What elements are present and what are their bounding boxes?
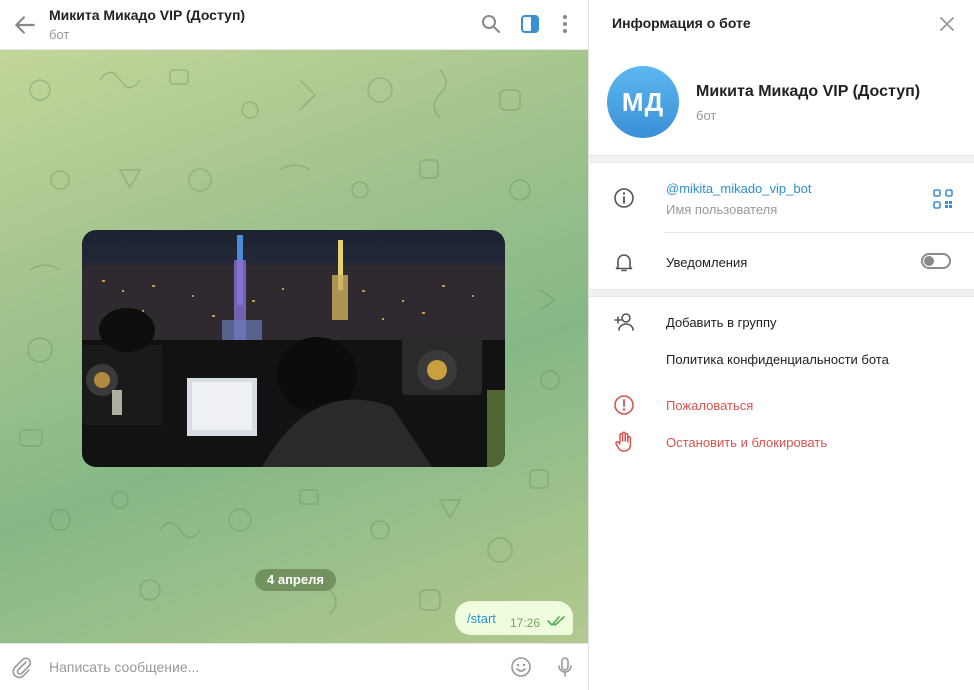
message-composer: [0, 643, 588, 690]
bot-avatar[interactable]: МД: [607, 66, 679, 138]
row-divider: [664, 232, 974, 233]
toggle-knob: [924, 256, 934, 266]
username-link[interactable]: @mikita_mikado_vip_bot: [666, 181, 811, 196]
add-user-icon: [614, 313, 634, 331]
message-text[interactable]: /start: [467, 611, 496, 626]
report-button[interactable]: Пожаловаться: [666, 398, 753, 413]
stop-and-block-button[interactable]: Остановить и блокировать: [666, 435, 827, 450]
paperclip-icon[interactable]: [10, 655, 34, 679]
chat-pane: Микита Микадо VIP (Доступ) бот 4 апреля …: [0, 0, 588, 690]
qr-code-icon[interactable]: [932, 188, 954, 210]
microphone-icon[interactable]: [553, 655, 577, 679]
outgoing-message[interactable]: /start 17:26: [455, 601, 573, 635]
username-caption: Имя пользователя: [666, 202, 778, 217]
add-to-group-button[interactable]: Добавить в группу: [666, 315, 777, 330]
date-separator: 4 апреля: [255, 569, 336, 591]
report-icon: [614, 395, 634, 415]
photo-image: [82, 230, 505, 467]
bell-icon: [615, 254, 633, 272]
search-icon[interactable]: [479, 12, 503, 36]
chat-title[interactable]: Микита Микадо VIP (Доступ): [49, 7, 245, 23]
back-arrow-icon[interactable]: [12, 12, 38, 38]
more-vertical-icon[interactable]: [553, 12, 577, 36]
chat-background: 4 апреля /start 17:26: [0, 50, 588, 643]
bot-info-panel: Информация о боте МД Микита Микадо VIP (…: [589, 0, 974, 690]
panel-title: Информация о боте: [612, 15, 751, 31]
side-panel-toggle-icon[interactable]: [518, 12, 542, 36]
section-divider: [589, 155, 974, 163]
section-divider: [589, 289, 974, 297]
notifications-toggle[interactable]: [921, 253, 951, 269]
bot-subtitle: бот: [696, 108, 717, 123]
emoji-icon[interactable]: [509, 655, 533, 679]
close-icon[interactable]: [935, 12, 959, 36]
message-input[interactable]: [49, 656, 479, 678]
notifications-label: Уведомления: [666, 255, 748, 270]
privacy-policy-button[interactable]: Политика конфиденциальности бота: [666, 352, 889, 367]
bot-name: Микита Микадо VIP (Доступ): [696, 83, 921, 100]
info-icon: [614, 188, 634, 208]
double-check-icon: [547, 616, 565, 627]
chat-header: Микита Микадо VIP (Доступ) бот: [0, 0, 588, 50]
block-hand-icon: [615, 431, 632, 452]
chat-subtitle: бот: [49, 27, 70, 42]
message-time: 17:26: [510, 616, 541, 630]
chat-photo-message[interactable]: [82, 230, 505, 467]
